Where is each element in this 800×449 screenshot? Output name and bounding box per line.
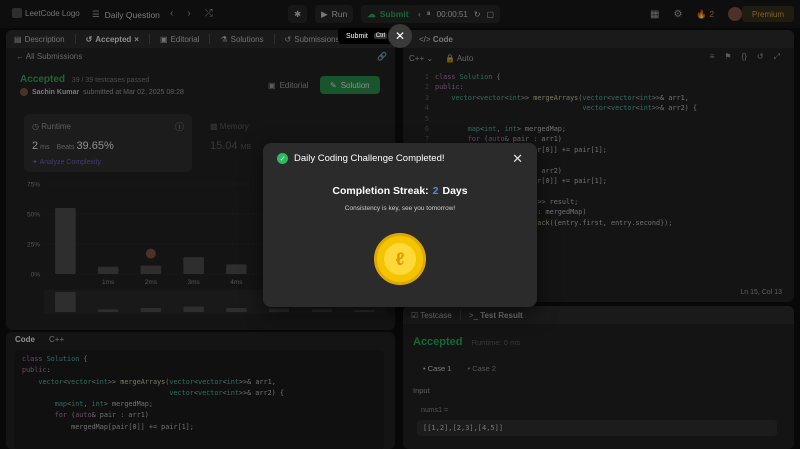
check-circle-icon: ✓ <box>277 153 288 164</box>
tooltip-label: Submit <box>346 32 368 40</box>
tooltip-close-icon[interactable]: ✕ <box>388 24 412 48</box>
streak-unit: Days <box>442 185 468 197</box>
streak-number: 2 <box>432 185 439 197</box>
leetcode-logo-icon: ℓ <box>384 243 416 275</box>
close-icon[interactable]: ✕ <box>512 151 523 167</box>
modal-subtitle: Consistency is key, see you tomorrow! <box>344 205 456 212</box>
streak-label: Completion Streak: <box>332 185 429 197</box>
daily-challenge-modal: ✓ Daily Coding Challenge Completed! ✕ Co… <box>263 143 537 307</box>
modal-title: Daily Coding Challenge Completed! <box>294 153 445 164</box>
leetcode-coin-icon: ℓ <box>374 233 426 285</box>
modal-title-row: ✓ Daily Coding Challenge Completed! <box>277 153 445 164</box>
tooltip-key: Ctrl <box>373 33 388 39</box>
completion-streak: Completion Streak: 2 Days <box>263 185 537 197</box>
